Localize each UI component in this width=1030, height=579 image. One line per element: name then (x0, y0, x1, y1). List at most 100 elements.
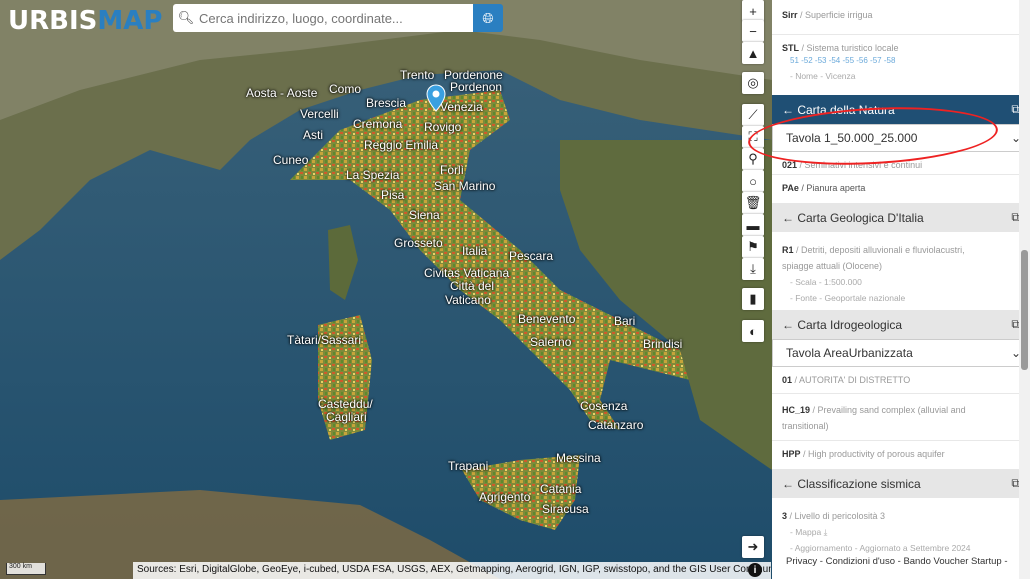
idro-item2-desc: / Prevailing sand complex (alluvial and (810, 405, 966, 415)
city-label: Pordenon (450, 80, 503, 94)
circle-button[interactable]: ○ (742, 170, 764, 192)
carta-geologica-title: ← Carta Geologica D'Italia (782, 210, 924, 225)
locate-button[interactable]: ◎ (742, 72, 764, 94)
city-label: Como (329, 82, 362, 96)
map-pin-icon: ⚑ (747, 239, 759, 254)
sismica-desc: / Livello di pericolosità 3 (787, 511, 886, 521)
idro-item1-code: 01 (782, 375, 793, 385)
idro-item-3: HPP / High productivity of porous aquife… (772, 441, 1030, 469)
search-icon: 🔍︎ (177, 10, 195, 25)
compass-button[interactable]: ▲ (742, 42, 764, 64)
stl-sub[interactable]: 51 -52 -53 -54 -55 -56 -57 -58 (782, 56, 1020, 65)
natura-item2-code: PAe (782, 183, 799, 193)
idro-item2-desc2: transitional) (782, 421, 829, 431)
scale-bar: 300 km (6, 563, 46, 575)
panel-scrollbar[interactable] (1019, 0, 1030, 579)
carta-natura-title: ← Carta della Natura (782, 102, 895, 117)
idro-item1-desc: / AUTORITA' DI DISTRETTO (792, 375, 911, 385)
geologica-code: R1 (782, 245, 794, 255)
sismica-mappa-label: - Mappa (790, 527, 822, 537)
info-icon[interactable]: i (748, 563, 762, 577)
search-box[interactable]: 🔍︎ (173, 4, 473, 32)
carta-natura-select[interactable]: Tavola 1_50.000_25.000 ⌄ (772, 124, 1028, 152)
sirr-code: Sirr (782, 10, 798, 20)
panel-footer[interactable]: Privacy - Condizioni d'uso - Bando Vouch… (772, 556, 1020, 579)
scrollbar-thumb[interactable] (1021, 250, 1028, 370)
ruler-icon: ⟋ (748, 107, 758, 122)
city-label: Pisa (381, 188, 405, 202)
city-label: Siracusa (542, 502, 589, 516)
trash-icon: 🗑︎ (744, 195, 762, 210)
delete-button[interactable]: 🗑︎ (742, 192, 764, 214)
natura-item1-desc: / Seminativi intensivi e continui (797, 160, 923, 170)
polygon-icon: ⛶ (748, 129, 758, 144)
geologica-desc: / Detriti, depositi alluvionali e fluvio… (793, 245, 965, 255)
natura-item-1: 021 / Seminativi intensivi e continui (772, 152, 1030, 174)
zoom-out-button[interactable]: − (742, 20, 764, 42)
location-pin-icon[interactable] (426, 84, 446, 112)
natura-item-2: PAe / Pianura aperta (772, 175, 1030, 203)
city-label: Bari (614, 314, 636, 328)
sirr-desc: / Superficie irrigua (797, 10, 873, 20)
print-button[interactable]: ▬ (742, 214, 764, 236)
classificazione-sismica-title: ← Classificazione sismica (782, 476, 921, 491)
globe-icon: 🌐︎ (482, 9, 494, 26)
city-label: Asti (303, 128, 324, 142)
download-icon: ⤓ (823, 527, 828, 537)
natura-item2-desc: / Pianura aperta (798, 183, 866, 193)
sirr-item: Sirr / Superficie irrigua (772, 6, 1030, 34)
city-label: Brindisi (643, 337, 683, 351)
city-label: Vercelli (300, 107, 339, 121)
stl-name: - Nome - Vicenza (790, 71, 856, 81)
geologica-desc2: spiagge attuali (Olocene) (782, 261, 883, 271)
city-label: Trapani (448, 459, 489, 473)
search-input[interactable] (199, 10, 473, 26)
globe-button[interactable]: 🌐︎ (473, 4, 503, 32)
bookmark-button[interactable]: ▮ (742, 288, 764, 310)
sismica-item: 3 / Livello di pericolosità 3 - Mappa ⤓ … (772, 498, 1030, 556)
city-label: Cagliari (326, 410, 367, 424)
measure-line-button[interactable]: ⟋ (742, 104, 764, 126)
geologica-scala: - Scala - 1:500.000 (790, 277, 862, 287)
sismica-mappa[interactable]: - Mappa ⤓ (782, 524, 1020, 540)
map-view[interactable]: Trento Pordenone Pordenon Aosta - Aoste Como… (0, 0, 772, 579)
collapse-panel-button[interactable]: ➜ (742, 536, 764, 558)
zoom-in-button[interactable]: + (742, 0, 764, 22)
sismica-aggiornamento: - Aggiornamento - Aggiornato a Settembre… (790, 543, 971, 553)
pin-button[interactable]: ⚑ (742, 236, 764, 258)
arrow-right-icon: ➜ (747, 539, 759, 554)
city-label: Pescara (509, 249, 554, 263)
city-label: Città del (450, 279, 495, 293)
carta-idrogeologica-title: ← Carta Idrogeologica (782, 317, 903, 332)
city-label: Benevento (518, 312, 576, 326)
city-label: Agrigento (479, 490, 531, 504)
download-button[interactable]: ⤓ (742, 258, 764, 280)
basemap-button[interactable]: ◐ (742, 320, 764, 342)
carta-natura-header[interactable]: ← Carta della Natura ⧉ (772, 95, 1030, 124)
minus-icon: − (749, 23, 757, 39)
idro-item2-code: HC_19 (782, 405, 811, 415)
city-label: Salerno (530, 335, 572, 349)
measure-area-button[interactable]: ⛶ (742, 126, 764, 148)
circle-icon: ○ (749, 173, 757, 189)
marker-button[interactable]: ⚲ (742, 148, 764, 170)
geologica-item: R1 / Detriti, depositi alluvionali e flu… (772, 232, 1030, 310)
stl-item: STL / Sistema turistico locale 51 -52 -5… (772, 35, 1030, 95)
stl-desc: / Sistema turistico locale (799, 43, 899, 53)
marker-icon: ⚲ (748, 151, 758, 166)
map-imagery (0, 0, 772, 579)
classificazione-sismica-header[interactable]: ← Classificazione sismica ⧉ (772, 469, 1030, 498)
download-icon: ⤓ (750, 261, 756, 276)
carta-idrogeologica-select[interactable]: Tavola AreaUrbanizzata ⌄ (772, 339, 1028, 367)
carta-idrogeologica-header[interactable]: ← Carta Idrogeologica ⧉ (772, 310, 1030, 339)
crosshair-icon: ◎ (747, 75, 759, 90)
city-label: Catania (540, 482, 582, 496)
carta-geologica-header[interactable]: ← Carta Geologica D'Italia ⧉ (772, 203, 1030, 232)
city-label: Reggio Emilia (364, 138, 439, 152)
stl-code: STL (782, 43, 799, 53)
printer-icon: ▬ (746, 217, 760, 233)
city-label: Rovigo (424, 120, 462, 134)
city-label: Trento (400, 68, 435, 82)
logo-text-part2: MAP (97, 6, 163, 36)
city-label: Vaticano (445, 293, 491, 307)
